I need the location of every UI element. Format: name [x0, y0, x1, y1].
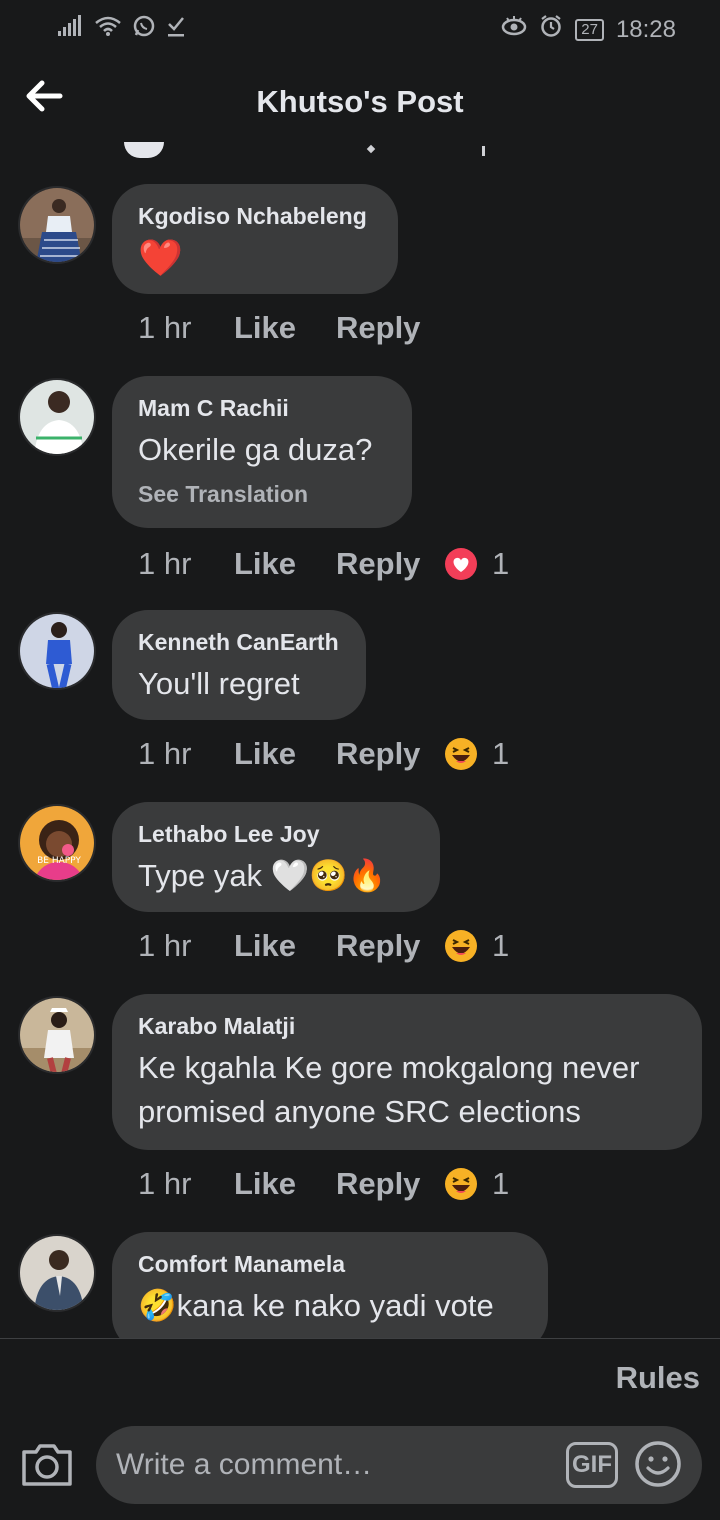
- comment-actions: 1 hr Like Reply 1: [138, 736, 509, 772]
- haha-reaction-icon: [445, 930, 477, 962]
- comment-bubble[interactable]: Mam C Rachii Okerile ga duza? See Transl…: [112, 376, 412, 528]
- comment-text: ❤️: [138, 237, 183, 278]
- avatar[interactable]: [18, 378, 96, 456]
- avatar[interactable]: [18, 612, 96, 690]
- haha-reaction-icon: [445, 738, 477, 770]
- comment-author[interactable]: Karabo Malatji: [138, 1012, 676, 1040]
- like-button[interactable]: Like: [234, 1166, 336, 1202]
- comment-input[interactable]: [116, 1444, 556, 1486]
- comment-bubble[interactable]: Lethabo Lee Joy Type yak 🤍🥺🔥: [112, 802, 440, 912]
- clock: 18:28: [615, 15, 676, 43]
- wifi-icon: [94, 15, 122, 44]
- smiley-icon: [635, 1441, 681, 1487]
- reply-button[interactable]: Reply: [336, 928, 442, 964]
- eye-icon: [501, 15, 527, 44]
- comment-time: 1 hr: [138, 310, 192, 345]
- comments-list[interactable]: Kgodiso Nchabeleng ❤️ 1 hr Like Reply Ma…: [0, 140, 720, 1338]
- comment-author[interactable]: Lethabo Lee Joy: [138, 820, 414, 848]
- like-button[interactable]: Like: [234, 736, 336, 772]
- camera-icon: [22, 1444, 72, 1486]
- comment-author[interactable]: Comfort Manamela: [138, 1250, 522, 1278]
- comment-time: 1 hr: [138, 736, 192, 771]
- signal-icon: [58, 15, 84, 44]
- comment-time: 1 hr: [138, 1166, 192, 1201]
- reaction-count: 1: [492, 546, 510, 581]
- comment-text: Type yak 🤍🥺🔥: [138, 858, 387, 893]
- comment-author[interactable]: Kenneth CanEarth: [138, 628, 340, 656]
- partial-text-fragment: [366, 144, 376, 154]
- reaction-count: 1: [492, 736, 510, 771]
- like-button[interactable]: Like: [234, 546, 336, 582]
- comment-text: Okerile ga duza?: [138, 432, 373, 467]
- download-done-icon: [166, 14, 186, 45]
- reply-button[interactable]: Reply: [336, 736, 442, 772]
- love-reaction-icon: [445, 548, 477, 580]
- rules-link[interactable]: Rules: [616, 1360, 700, 1396]
- comment-bubble[interactable]: Kgodiso Nchabeleng ❤️: [112, 184, 398, 294]
- haha-reaction-icon: [445, 1168, 477, 1200]
- comment-text: Ke kgahla Ke gore mokgalong never promis…: [138, 1046, 676, 1134]
- partial-avatar: [124, 142, 164, 158]
- emoji-button[interactable]: [634, 1440, 682, 1488]
- reaction-summary[interactable]: 1: [444, 736, 509, 772]
- reaction-summary[interactable]: 1: [444, 1166, 509, 1202]
- reaction-count: 1: [492, 928, 510, 963]
- comment-text: 🤣kana ke nako yadi vote: [138, 1288, 494, 1323]
- comment-time: 1 hr: [138, 928, 192, 963]
- reaction-summary[interactable]: 1: [444, 546, 509, 582]
- reply-button[interactable]: Reply: [336, 546, 442, 582]
- comment-text-line: Ke kgahla Ke gore mokgalong never: [138, 1050, 640, 1085]
- comment-text: You'll regret: [138, 666, 300, 701]
- comment-author[interactable]: Mam C Rachii: [138, 394, 386, 422]
- like-button[interactable]: Like: [234, 928, 336, 964]
- alarm-icon: [539, 14, 563, 45]
- reply-button[interactable]: Reply: [336, 310, 442, 346]
- status-bar: 27 18:28: [0, 0, 720, 56]
- divider: [0, 1338, 720, 1339]
- header: Khutso's Post: [0, 56, 720, 146]
- comment-input-box[interactable]: GIF: [96, 1426, 702, 1504]
- reaction-count: 1: [492, 1166, 510, 1201]
- partial-text-fragment: [482, 146, 485, 156]
- avatar[interactable]: [18, 996, 96, 1074]
- comment-actions: 1 hr Like Reply: [138, 310, 442, 346]
- avatar[interactable]: [18, 186, 96, 264]
- comment-author[interactable]: Kgodiso Nchabeleng: [138, 202, 372, 230]
- comment-time: 1 hr: [138, 546, 192, 581]
- comment-bubble[interactable]: Kenneth CanEarth You'll regret: [112, 610, 366, 720]
- avatar[interactable]: BE HAPPY: [18, 804, 96, 882]
- comment-actions: 1 hr Like Reply 1: [138, 546, 509, 582]
- like-button[interactable]: Like: [234, 310, 336, 346]
- reply-button[interactable]: Reply: [336, 1166, 442, 1202]
- comment-actions: 1 hr Like Reply 1: [138, 928, 509, 964]
- comment-actions: 1 hr Like Reply 1: [138, 1166, 509, 1202]
- battery-indicator: 27: [575, 18, 604, 41]
- comment-text-line: promised anyone SRC elections: [138, 1094, 581, 1129]
- camera-button[interactable]: [20, 1440, 74, 1490]
- see-translation-link[interactable]: See Translation: [138, 480, 386, 508]
- whatsapp-icon: [132, 14, 156, 45]
- avatar[interactable]: [18, 1234, 96, 1312]
- avatar-caption: BE HAPPY: [37, 856, 81, 866]
- comment-bubble[interactable]: Comfort Manamela 🤣kana ke nako yadi vote: [112, 1232, 548, 1338]
- comment-bubble[interactable]: Karabo Malatji Ke kgahla Ke gore mokgalo…: [112, 994, 702, 1150]
- comment-composer: GIF: [0, 1420, 720, 1510]
- page-title: Khutso's Post: [256, 84, 464, 119]
- reaction-summary[interactable]: 1: [444, 928, 509, 964]
- gif-button[interactable]: GIF: [566, 1442, 618, 1488]
